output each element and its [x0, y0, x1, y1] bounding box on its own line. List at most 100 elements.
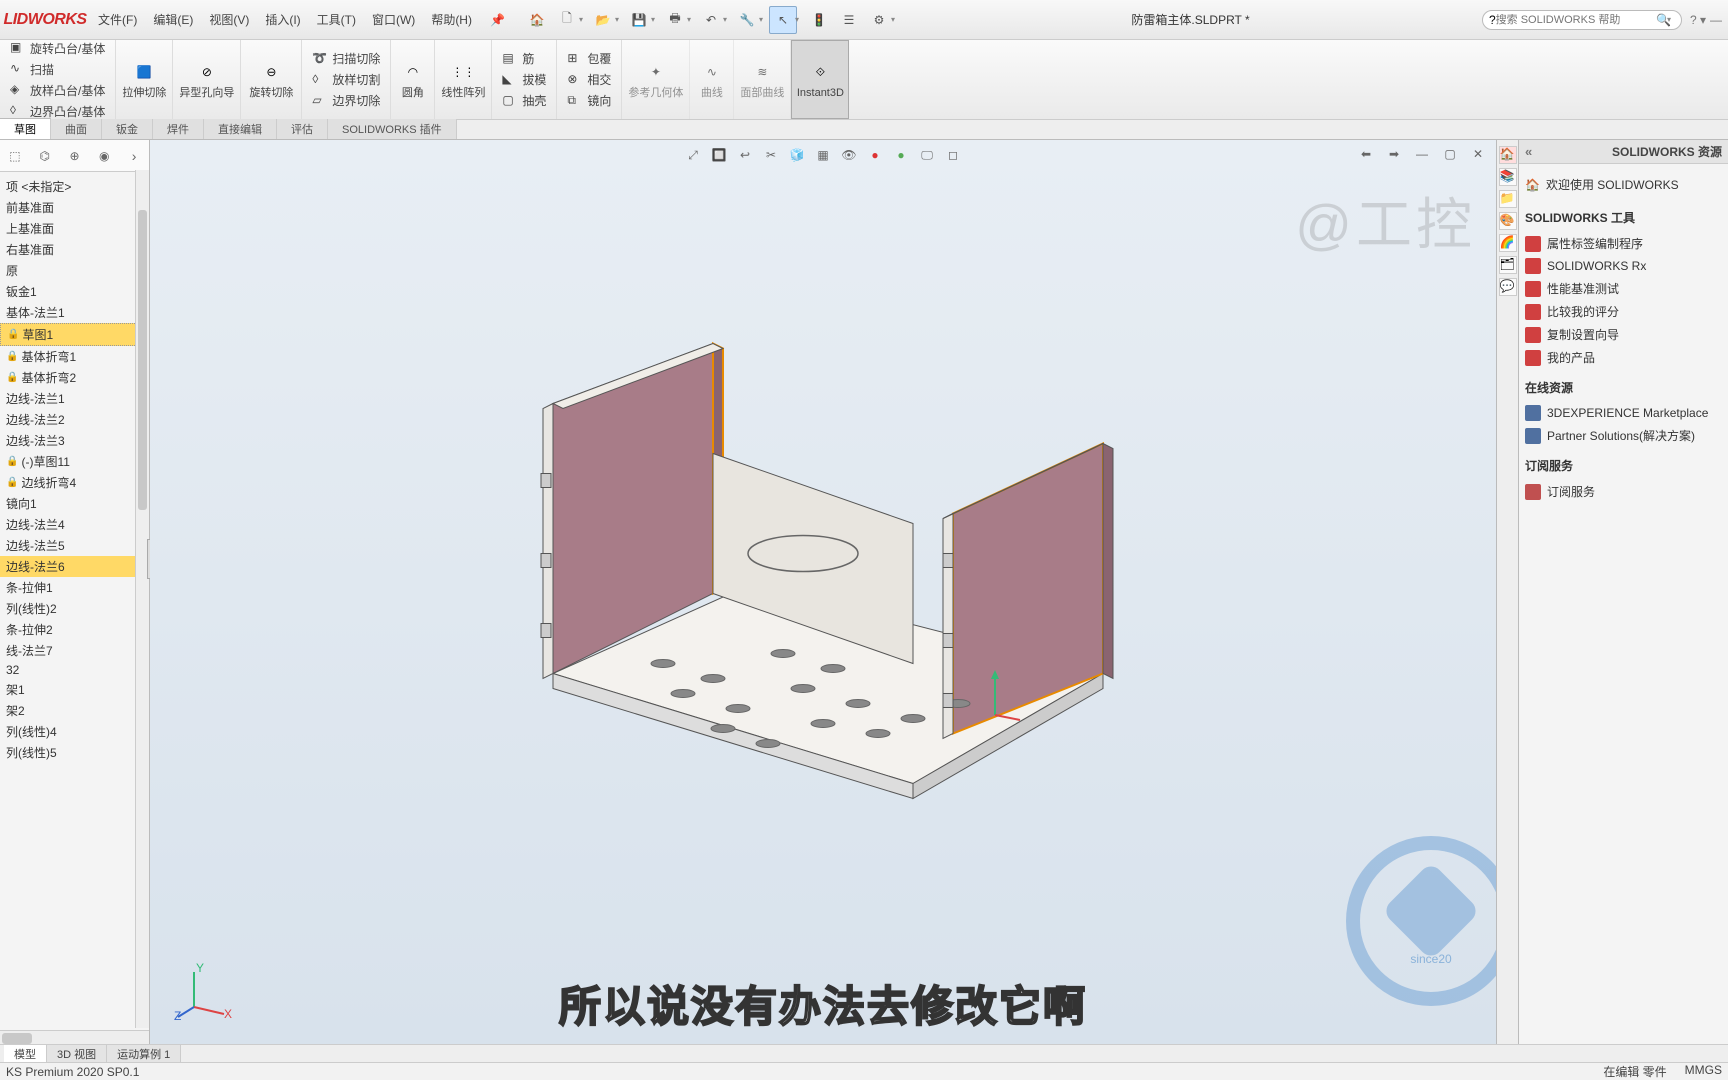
ribbon-hole-wizard[interactable]: ⊘异型孔向导	[173, 40, 241, 119]
btab-3dview[interactable]: 3D 视图	[47, 1045, 107, 1063]
tab-sketch[interactable]: 草图	[0, 118, 51, 139]
menu-view[interactable]: 视图(V)	[201, 7, 257, 32]
fm-tab-3[interactable]: ⊕	[60, 142, 90, 170]
tree-item[interactable]: 钣金1	[0, 281, 149, 302]
view-orient-icon[interactable]: 🧊	[785, 143, 809, 167]
undo-icon[interactable]: ↶	[697, 6, 725, 34]
ribbon-ref-geom[interactable]: ✦参考几何体	[622, 40, 690, 119]
tree-item[interactable]: 原	[0, 260, 149, 281]
ribbon-pattern[interactable]: ⋮⋮线性阵列	[435, 40, 492, 119]
tab-sheetmetal[interactable]: 钣金	[102, 119, 153, 139]
fm-tab-more[interactable]: ›	[119, 142, 149, 170]
menu-help[interactable]: 帮助(H)	[423, 7, 480, 32]
tp-tab-lib[interactable]: 📚	[1499, 168, 1517, 186]
ribbon-features-col2[interactable]: ⊞包覆 ⊗相交 ⧉镜向	[557, 40, 622, 119]
prev-view-icon[interactable]: ↩	[733, 143, 757, 167]
tree-item[interactable]: 右基准面	[0, 239, 149, 260]
menu-edit[interactable]: 编辑(E)	[145, 7, 201, 32]
ribbon-curves[interactable]: ∿曲线	[690, 40, 734, 119]
tool-link[interactable]: 我的产品	[1525, 346, 1722, 369]
graphics-viewport[interactable]: ⤢ 🔲 ↩ ✂ 🧊 ▦ 👁 ● ● 🖵 ◻ ⬅ ➡ — ▢ ✕	[150, 140, 1496, 1046]
tp-tab-view[interactable]: 🎨	[1499, 212, 1517, 230]
options-icon[interactable]: ⚙	[865, 6, 893, 34]
vp-close-icon[interactable]: ✕	[1466, 142, 1490, 166]
tree-item[interactable]: 边线-法兰3	[0, 430, 149, 451]
search-input[interactable]	[1496, 14, 1656, 26]
view-cube-icon[interactable]: ◻	[941, 143, 965, 167]
tab-directedit[interactable]: 直接编辑	[204, 119, 277, 139]
tp-tab-forum[interactable]: 💬	[1499, 278, 1517, 296]
appearance-icon[interactable]: ●	[863, 143, 887, 167]
menu-window[interactable]: 窗口(W)	[364, 7, 423, 32]
tool-link[interactable]: 比较我的评分	[1525, 300, 1722, 323]
ribbon-extrude-boss[interactable]: ▣旋转凸台/基体 ∿扫描 ◈放样凸台/基体 ◊边界凸台/基体	[0, 40, 116, 119]
section-icon[interactable]: ✂	[759, 143, 783, 167]
vscroll-thumb[interactable]	[138, 210, 147, 510]
tree-item[interactable]: 🔒草图1	[0, 323, 149, 346]
rebuild-icon[interactable]: 🔧	[733, 6, 761, 34]
tree-item[interactable]: 列(线性)4	[0, 721, 149, 742]
traffic-icon[interactable]: 🚦	[805, 6, 833, 34]
tree-item[interactable]: 镜向1	[0, 493, 149, 514]
home-icon[interactable]: 🏠	[523, 6, 551, 34]
tab-surface[interactable]: 曲面	[51, 119, 102, 139]
tp-tab-appear[interactable]: 🌈	[1499, 234, 1517, 252]
task-collapse-icon[interactable]: «	[1525, 144, 1532, 159]
ribbon-revolve-cut[interactable]: ⊖旋转切除	[241, 40, 302, 119]
tree-item[interactable]: 边线-法兰4	[0, 514, 149, 535]
btab-motion[interactable]: 运动算例 1	[107, 1045, 181, 1063]
zoom-fit-icon[interactable]: ⤢	[681, 143, 705, 167]
tree-item[interactable]: 🔒基体折弯1	[0, 346, 149, 367]
hscroll-thumb[interactable]	[2, 1033, 32, 1044]
ribbon-fillet[interactable]: ◠圆角	[391, 40, 435, 119]
tab-evaluate[interactable]: 评估	[277, 119, 328, 139]
ribbon-cut-extras[interactable]: ➰扫描切除 ◊放样切割 ▱边界切除	[302, 40, 391, 119]
ribbon-extrude-cut[interactable]: 🟦拉伸切除	[116, 40, 173, 119]
tree-item[interactable]: 项 <未指定>	[0, 176, 149, 197]
tree-item[interactable]: 条-拉伸1	[0, 577, 149, 598]
tree-item[interactable]: 边线-法兰5	[0, 535, 149, 556]
btab-model[interactable]: 模型	[4, 1045, 47, 1063]
tree-item[interactable]: 边线-法兰2	[0, 409, 149, 430]
vp-max-icon[interactable]: ▢	[1438, 142, 1462, 166]
tree-item[interactable]: 前基准面	[0, 197, 149, 218]
tree-item[interactable]: 列(线性)2	[0, 598, 149, 619]
ribbon-instant3d[interactable]: ⟐Instant3D	[791, 40, 849, 119]
ribbon-face-curves[interactable]: ≋面部曲线	[734, 40, 791, 119]
fm-tab-1[interactable]: ⬚	[0, 142, 30, 170]
tree-item[interactable]: 基体-法兰1	[0, 302, 149, 323]
list-icon[interactable]: ☰	[835, 6, 863, 34]
select-icon[interactable]: ↖	[769, 6, 797, 34]
tool-link[interactable]: 复制设置向导	[1525, 323, 1722, 346]
pin-icon[interactable]: 📌	[490, 13, 505, 27]
tp-tab-home[interactable]: 🏠	[1499, 146, 1517, 164]
tree-item[interactable]: 列(线性)5	[0, 742, 149, 763]
tree-item[interactable]: 边线-法兰1	[0, 388, 149, 409]
save-icon[interactable]: 💾	[625, 6, 653, 34]
online-link[interactable]: Partner Solutions(解决方案)	[1525, 424, 1722, 447]
menu-file[interactable]: 文件(F)	[90, 7, 145, 32]
fm-tab-4[interactable]: ◉	[89, 142, 119, 170]
menu-insert[interactable]: 插入(I)	[257, 7, 308, 32]
tree-item[interactable]: 边线-法兰6	[0, 556, 149, 577]
tool-link[interactable]: 属性标签编制程序	[1525, 232, 1722, 255]
tool-link[interactable]: SOLIDWORKS Rx	[1525, 255, 1722, 277]
online-link[interactable]: 3DEXPERIENCE Marketplace	[1525, 402, 1722, 424]
tree-item[interactable]: 🔒边线折弯4	[0, 472, 149, 493]
help-dropdown-icon[interactable]: ? ▾	[1690, 13, 1706, 27]
search-box[interactable]: ? 🔍▾	[1482, 10, 1682, 30]
vp-min-icon[interactable]: —	[1410, 142, 1434, 166]
new-icon[interactable]: 🗋	[553, 6, 581, 34]
render-icon[interactable]: 🖵	[915, 143, 939, 167]
tree-item[interactable]: 🔒(-)草图11	[0, 451, 149, 472]
tab-addins[interactable]: SOLIDWORKS 插件	[328, 119, 457, 139]
tree-item[interactable]: 上基准面	[0, 218, 149, 239]
tool-link[interactable]: 性能基准测试	[1525, 277, 1722, 300]
tree-item[interactable]: 架1	[0, 679, 149, 700]
feature-tree[interactable]: 项 <未指定>前基准面上基准面右基准面原钣金1基体-法兰1🔒草图1🔒基体折弯1 🔒…	[0, 172, 149, 1030]
tp-tab-custom[interactable]: 🗂	[1499, 256, 1517, 274]
sub-link[interactable]: 订阅服务	[1525, 480, 1722, 503]
minimize-icon[interactable]: —	[1710, 13, 1722, 27]
tree-item[interactable]: 架2	[0, 700, 149, 721]
tree-vscroll[interactable]	[135, 170, 149, 1028]
